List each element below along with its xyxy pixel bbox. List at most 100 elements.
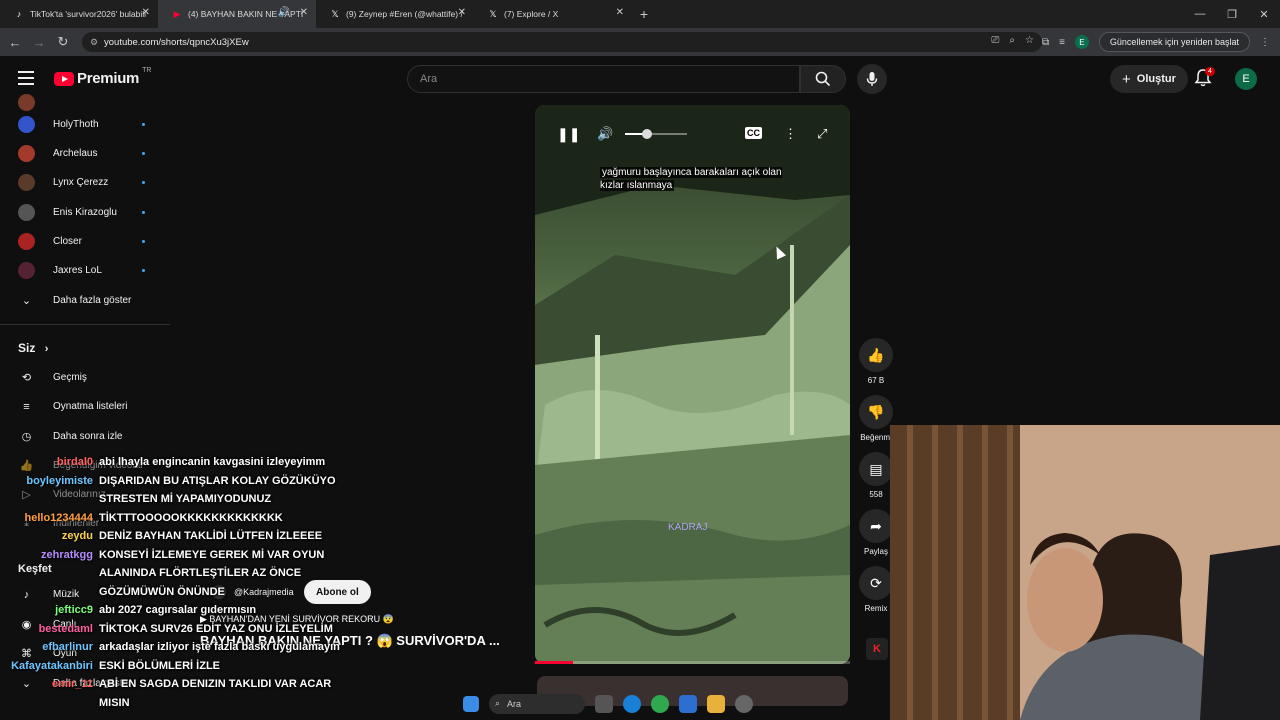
sidebar-item-label: Daha fazla göster <box>53 295 132 306</box>
pause-icon[interactable]: ❚❚ <box>557 126 580 143</box>
sidebar-item-closer[interactable]: Closer <box>0 227 170 256</box>
fullscreen-icon[interactable]: ⤢ <box>817 126 827 142</box>
video-progress-bar[interactable] <box>535 661 850 664</box>
channel-avatar <box>18 116 35 133</box>
sidebar-item-enis-kirazoglu[interactable]: Enis Kirazoglu <box>0 198 170 227</box>
clock-icon: ◷ <box>21 431 32 443</box>
minimize-icon[interactable]: — <box>1184 0 1216 28</box>
profile-avatar[interactable]: E <box>1074 35 1089 49</box>
channel-avatar <box>18 145 35 162</box>
sidebar-you-heading[interactable]: Siz › <box>18 341 48 355</box>
webcam-overlay <box>890 425 1280 720</box>
windows-taskbar: ⌕ Ara <box>463 690 823 718</box>
sidebar-item-label: Oynatma listeleri <box>53 401 128 412</box>
hamburger-menu-icon[interactable] <box>18 71 34 89</box>
update-button[interactable]: Güncellemek için yeniden başlat <box>1098 32 1250 52</box>
captions-icon[interactable]: CC <box>745 127 762 139</box>
youtube-play-icon <box>54 71 74 86</box>
url-text: youtube.com/shorts/qpncXu3jXEw <box>104 36 249 48</box>
playlist-icon: ≡ <box>23 400 30 413</box>
window-close-icon[interactable]: ✕ <box>1248 0 1280 28</box>
back-icon[interactable]: ← <box>3 28 27 56</box>
close-icon[interactable]: ✕ <box>142 7 150 18</box>
mail-icon[interactable] <box>679 695 697 713</box>
chat-message: TİKTOKA SURV26 EDİT YAZ ONU İZLEYELİM <box>99 622 333 635</box>
channel-handle: @Kadrajmedia <box>234 587 294 597</box>
bookmark-star-icon[interactable]: ☆ <box>1025 35 1034 46</box>
subscribe-button[interactable]: Abone ol <box>304 580 371 604</box>
sidebar-item-label: Lynx Çerezz <box>53 177 109 188</box>
forward-icon[interactable]: → <box>27 28 51 56</box>
extensions-icon[interactable]: ⧉ <box>1042 37 1049 48</box>
search-button[interactable] <box>800 65 846 93</box>
account-avatar[interactable]: E <box>1235 68 1257 90</box>
volume-knob[interactable] <box>641 129 652 139</box>
close-icon[interactable]: ✕ <box>616 7 624 18</box>
speaker-icon[interactable]: 🔊 <box>278 7 290 18</box>
browser-tab-tiktok[interactable]: ♪ TikTok'ta 'survivor2026' bulabili ✕ <box>0 0 158 28</box>
task-view-icon[interactable] <box>595 695 613 713</box>
settings-icon[interactable] <box>735 695 753 713</box>
address-bar[interactable]: ⚙ youtube.com/shorts/qpncXu3jXEw ⎚ ⌕ ☆ <box>82 32 1042 52</box>
close-icon[interactable]: ✕ <box>458 7 466 18</box>
sidebar-item-label: Closer <box>53 236 82 247</box>
kebab-menu-icon[interactable]: ⋮ <box>1260 37 1270 48</box>
dislike-label: Beğenmi <box>860 433 892 442</box>
chat-username: Kafayatakanbiri <box>11 659 93 672</box>
restore-icon[interactable]: ❐ <box>1216 0 1248 28</box>
thumbs-up-icon: 👍 <box>19 460 34 472</box>
sidebar-show-more[interactable]: ⌄ Daha fazla göster <box>0 286 170 315</box>
close-icon[interactable]: ✕ <box>300 7 308 18</box>
sidebar-item-holythoth[interactable]: HolyThoth <box>0 110 170 139</box>
new-content-dot <box>142 269 145 272</box>
sidebar-item-jaxres-lol[interactable]: Jaxres LoL <box>0 256 170 285</box>
site-info-icon[interactable]: ⚙ <box>90 37 98 48</box>
remix-icon: ⟳ <box>859 566 893 600</box>
install-app-icon[interactable]: ⎚ <box>991 35 999 46</box>
new-content-dot <box>142 240 145 243</box>
zoom-icon[interactable]: ⌕ <box>1009 35 1015 46</box>
edge-icon[interactable] <box>623 695 641 713</box>
comments-button[interactable]: ▤ 558 <box>858 452 894 499</box>
sidebar-item-watch-later[interactable]: ◷ Daha sonra izle <box>0 422 170 451</box>
volume-icon[interactable]: 🔊 <box>597 126 613 142</box>
sidebar-item-label: Müzik <box>53 589 80 600</box>
search-input[interactable]: Ara <box>407 65 800 93</box>
sidebar-item-label: HolyThoth <box>53 119 99 130</box>
windows-start-icon[interactable] <box>463 696 479 712</box>
dislike-button[interactable]: 👎 Beğenmi <box>858 395 894 442</box>
create-button[interactable]: + Oluştur <box>1110 65 1188 93</box>
browser-tab-x-zeynep[interactable]: 𝕏 (9) Zeynep #Eren (@whattife) / ✕ <box>316 0 474 28</box>
chat-message: DIŞARIDAN BU ATIŞLAR KOLAY GÖZÜKÜYO <box>99 474 336 487</box>
more-options-icon[interactable]: ⋮ <box>784 126 797 142</box>
reload-icon[interactable]: ↻ <box>51 28 75 56</box>
chat-message: MISIN <box>99 696 130 709</box>
youtube-logo[interactable]: Premium TR <box>54 67 151 87</box>
browser-tab-x-explore[interactable]: 𝕏 (7) Explore / X ✕ <box>474 0 632 28</box>
chat-message: DENİZ BAYHAN TAKLİDİ LÜTFEN İZLEEEE <box>99 530 323 542</box>
taskbar-search[interactable]: ⌕ Ara <box>489 694 585 714</box>
share-icon: ➦ <box>859 509 893 543</box>
video-caption: yağmuru başlayınca barakaları açık olan … <box>600 166 800 192</box>
sidebar-item-history[interactable]: ⟲ Geçmiş <box>0 363 170 392</box>
remix-label: Remix <box>864 604 888 613</box>
chat-username: jefticc9 <box>55 604 93 616</box>
sidebar-item-archelaus[interactable]: Archelaus <box>0 139 170 168</box>
sidebar-item-label: Daha sonra izle <box>53 431 123 442</box>
chat-message: ALANINDA FLÖRTLEŞTİLER AZ ÖNCE <box>99 567 302 579</box>
like-button[interactable]: 👍 67 B <box>858 338 894 385</box>
voice-search-button[interactable] <box>857 64 887 94</box>
sidebar-item-playlists[interactable]: ≡ Oynatma listeleri <box>0 392 170 421</box>
chevron-right-icon: › <box>44 343 49 355</box>
sidebar-item-lynx-cerezz[interactable]: Lynx Çerezz <box>0 168 170 197</box>
chrome-icon[interactable] <box>651 695 669 713</box>
media-control-icon[interactable]: ≡ <box>1059 37 1065 48</box>
sidebar-divider <box>0 324 170 325</box>
file-explorer-icon[interactable] <box>707 695 725 713</box>
browser-tab-youtube[interactable]: ▶ (4) BAYHAN BAKIN NE YAPTI 🔊 ✕ <box>158 0 316 28</box>
share-button[interactable]: ➦ Paylaş <box>858 509 894 556</box>
chat-message: STRESTEN Mİ YAPAMIYODUNUZ <box>99 493 272 505</box>
remix-button[interactable]: ⟳ Remix <box>858 566 894 613</box>
new-tab-button[interactable]: + <box>632 6 656 22</box>
channel-logo-icon[interactable]: K <box>866 638 888 660</box>
